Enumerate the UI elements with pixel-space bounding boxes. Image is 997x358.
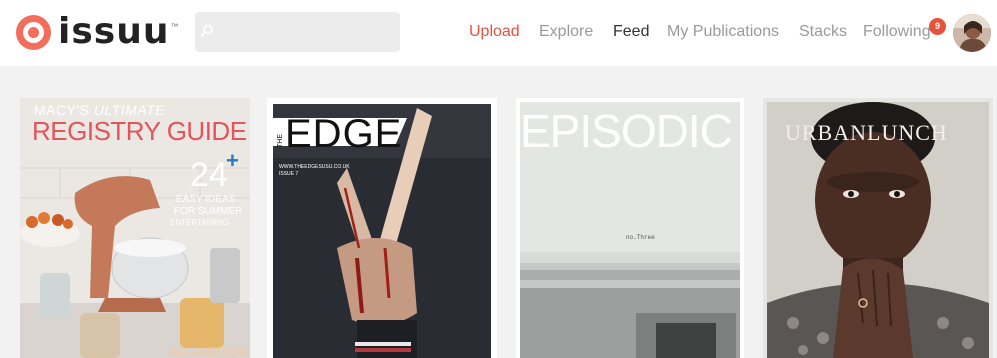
publication-feed: MACY'S ULTIMATE REGISTRY GUIDE 24 + EASY… — [0, 66, 997, 358]
publication-cover-urbanlunch[interactable]: URBANLUNCH — [763, 98, 993, 358]
trademark-mark: ™ — [170, 22, 179, 31]
nav-explore[interactable]: Explore — [539, 20, 593, 44]
cover-image-macys — [20, 98, 250, 358]
publication-cover-the-edge[interactable]: THE EDGE WWW.THEEDGESUSU.CO.UK ISSUE 7 — [267, 98, 497, 358]
nav-stacks[interactable]: Stacks — [799, 20, 847, 44]
notification-badge[interactable]: 9 — [929, 18, 946, 35]
top-navbar: issuu ™ Upload Explore Feed My Publicati… — [0, 0, 997, 66]
brand-name: issuu — [58, 11, 170, 52]
issuu-logo-icon — [16, 14, 51, 50]
search-input[interactable] — [195, 12, 400, 52]
publication-cover-macys[interactable]: MACY'S ULTIMATE REGISTRY GUIDE 24 + EASY… — [20, 98, 250, 358]
nav-following[interactable]: Following — [863, 20, 931, 44]
cover-image-urbanlunch — [763, 98, 993, 358]
nav-upload[interactable]: Upload — [469, 20, 520, 44]
publication-cover-episodic[interactable]: EPISODIC no.Three — [516, 98, 744, 358]
cover-image-the-edge — [267, 98, 497, 358]
search-icon — [200, 24, 213, 37]
avatar-image — [953, 14, 991, 52]
nav-my-publications[interactable]: My Publications — [667, 20, 779, 44]
cover-image-episodic — [516, 98, 744, 358]
nav-feed[interactable]: Feed — [613, 20, 649, 44]
issuu-logo[interactable]: issuu ™ — [16, 12, 178, 52]
user-avatar[interactable] — [953, 14, 991, 52]
